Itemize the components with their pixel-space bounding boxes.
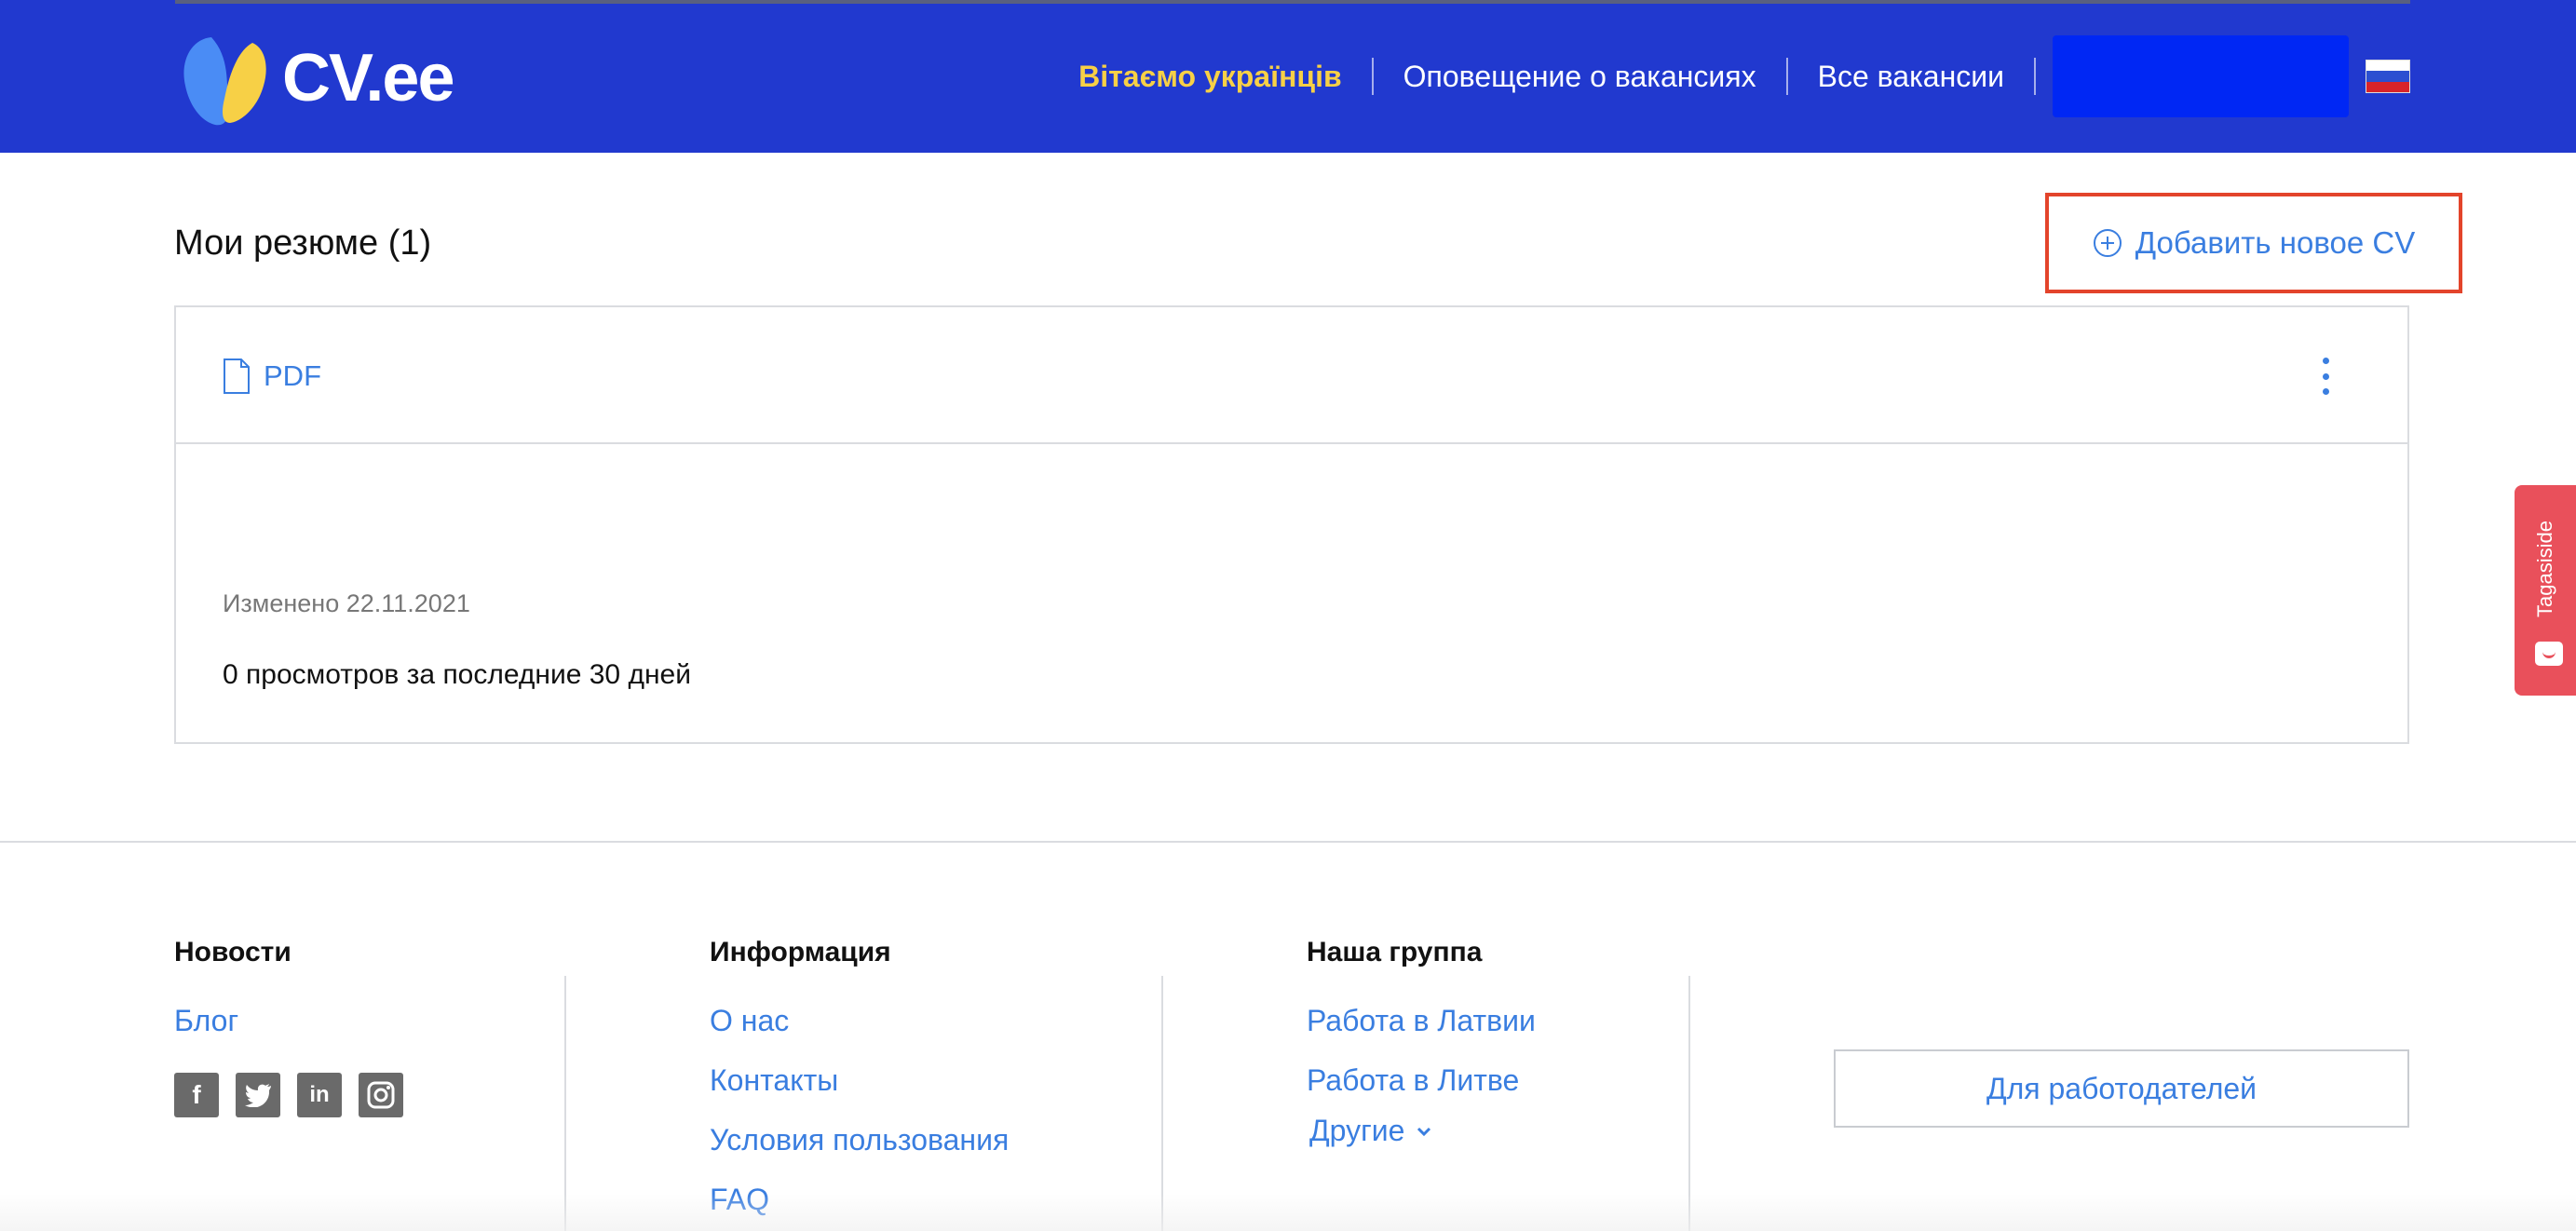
cv-modified-date: Изменено 22.11.2021: [223, 589, 470, 617]
cv-card-header: PDF: [176, 307, 2407, 444]
cv-ee-logo[interactable]: CV.ee: [174, 30, 454, 127]
language-flag-icon[interactable]: [2366, 60, 2410, 93]
document-icon: [224, 358, 250, 394]
chat-smile-icon: [2535, 642, 2563, 666]
cv-file-link[interactable]: PDF: [223, 358, 321, 395]
footer-other-dropdown[interactable]: Другие: [1309, 1114, 1432, 1148]
nav-welcome-ukrainians[interactable]: Вітаємо українців: [1049, 58, 1374, 95]
footer-terms-link[interactable]: Условия пользования: [710, 1123, 1009, 1157]
footer-news-title: Новости: [174, 937, 291, 967]
account-menu-button[interactable]: [2053, 35, 2349, 117]
footer-other-label: Другие: [1309, 1114, 1405, 1147]
feedback-tab[interactable]: Tagasiside: [2515, 485, 2576, 696]
nav-job-alerts[interactable]: Оповещение о вакансиях: [1374, 58, 1788, 95]
footer-contacts-link[interactable]: Контакты: [710, 1063, 838, 1098]
main-nav: Вітаємо українців Оповещение о вакансиях…: [1049, 0, 2576, 153]
footer-blog-link[interactable]: Блог: [174, 1004, 238, 1038]
footer-column-divider: [1161, 976, 1163, 1231]
facebook-icon[interactable]: f: [174, 1073, 219, 1117]
footer-about-link[interactable]: О нас: [710, 1004, 789, 1038]
chevron-down-icon: [1417, 1127, 1431, 1136]
add-new-cv-button[interactable]: Добавить новое CV: [2045, 193, 2462, 293]
footer-info-title: Информация: [710, 937, 891, 967]
twitter-icon[interactable]: [236, 1073, 280, 1117]
for-employers-button[interactable]: Для работодателей: [1834, 1049, 2409, 1128]
footer-divider: [0, 841, 2576, 843]
add-new-cv-label: Добавить новое CV: [2135, 225, 2416, 260]
page-title: Мои резюме (1): [174, 223, 432, 263]
footer-latvia-link[interactable]: Работа в Латвии: [1307, 1004, 1536, 1038]
footer-group-title: Наша группа: [1307, 937, 1483, 967]
logo-text: CV.ee: [282, 41, 454, 115]
cv-file-type: PDF: [264, 359, 321, 392]
logo-mark-icon: [183, 37, 266, 126]
instagram-icon[interactable]: [359, 1073, 403, 1117]
more-options-icon[interactable]: [2320, 358, 2331, 395]
footer-lithuania-link[interactable]: Работа в Литве: [1307, 1063, 1519, 1098]
cv-views-count: 0 просмотров за последние 30 дней: [223, 659, 691, 690]
bottom-fade: [0, 1194, 2576, 1231]
nav-all-jobs[interactable]: Все вакансии: [1788, 58, 2036, 95]
linkedin-icon[interactable]: in: [297, 1073, 342, 1117]
plus-circle-icon: [2093, 229, 2122, 257]
cv-card: PDF Изменено 22.11.2021 0 просмотров за …: [174, 305, 2409, 744]
site-header: CV.ee Вітаємо українців Оповещение о вак…: [0, 0, 2576, 153]
footer-column-divider: [564, 976, 566, 1231]
social-links: f in: [174, 1073, 403, 1117]
footer-column-divider: [1688, 976, 1690, 1231]
feedback-label: Tagasiside: [2533, 521, 2557, 617]
